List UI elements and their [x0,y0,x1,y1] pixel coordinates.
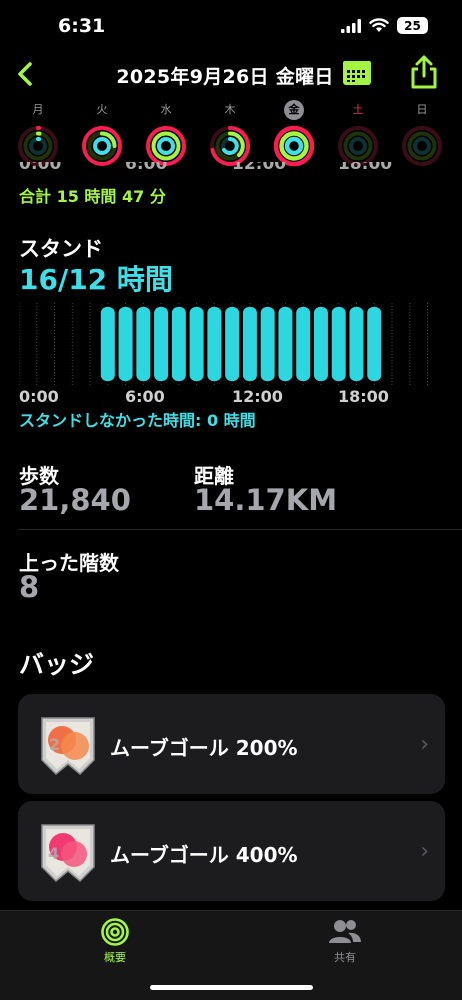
axis-tick: 6:00 [125,162,168,174]
stand-bar [331,307,346,381]
day-label: 月 [32,103,44,116]
flights-value: 8 [19,570,40,604]
tab-label: 概要 [104,951,126,964]
badge-card-move-400[interactable]: 4 ムーブゴール 400% › [18,801,445,901]
tab-summary[interactable]: 概要 [75,917,155,965]
stand-bar [260,307,275,381]
svg-text:2: 2 [49,735,60,754]
axis-tick: 18:00 [338,387,389,406]
badge-label: ムーブゴール 200% [110,736,298,760]
activity-rings-icon [210,125,251,166]
calendar-icon[interactable] [341,58,373,88]
stand-bar [171,307,186,381]
tab-sharing[interactable]: 共有 [305,917,385,965]
axis-tick: 12:00 [232,387,283,406]
stand-bar [242,307,257,381]
stand-chart [19,303,429,385]
activity-rings-icon [101,918,129,946]
day-label: 木 [224,103,236,116]
tab-label: 共有 [334,951,356,964]
badges-title: バッジ [19,650,95,679]
signal-icon [341,18,361,33]
svg-text:4: 4 [48,844,59,863]
activity-rings-icon [82,126,122,166]
battery-icon: 25 [397,17,428,34]
axis-tick: 0:00 [19,162,62,174]
activity-rings-icon [18,125,58,166]
steps-value: 21,840 [19,483,131,517]
chevron-right-icon: › [420,839,429,864]
day-label-selected: 金 [284,100,304,120]
activity-rings-icon [338,126,378,166]
stand-value: 16/12 時間 [19,263,173,296]
activity-rings-icon [273,125,315,167]
day-sat[interactable]: 土 [335,100,381,167]
axis-tick: 6:00 [125,387,165,406]
stand-bar [189,307,204,381]
distance-value: 14.17KM [194,483,338,517]
day-thu[interactable]: 木 [207,100,253,167]
day-mon[interactable]: 月 [15,100,61,167]
share-icon[interactable] [408,54,440,90]
stand-axis-labels: 0:00 6:00 12:00 18:00 [0,387,462,409]
stand-bar [225,307,240,381]
medal-400-icon: 4 [41,824,95,883]
activity-rings-icon [402,126,442,166]
day-label: 火 [96,103,108,116]
exercise-axis-cut: 0:00 6:00 12:00 18:00 [0,162,462,176]
activity-rings-icon [146,126,186,166]
status-icons: 25 [341,17,428,34]
stand-bar [154,307,169,381]
stand-bar [100,307,115,381]
axis-tick: 12:00 [232,162,287,174]
status-time: 6:31 [58,15,106,37]
chevron-right-icon: › [420,732,429,757]
day-label: 土 [352,103,364,116]
stand-bar [278,307,293,381]
axis-tick: 0:00 [19,387,59,406]
day-label: 水 [160,103,172,116]
nav-bar: 2025年9月26日 金曜日 [0,52,462,96]
badge-label: ムーブゴール 400% [110,843,298,867]
page-title: 2025年9月26日 金曜日 [116,66,334,88]
stand-bar [118,307,133,381]
medal-200-icon: 2 [41,717,95,776]
day-fri[interactable]: 金 [271,100,317,167]
stand-bar [136,307,151,381]
stand-bar [349,307,364,381]
stand-bar [367,307,382,381]
stand-bar [207,307,222,381]
stand-bar [296,307,311,381]
stand-bar [313,307,328,381]
home-indicator [150,985,313,990]
wifi-icon [369,18,389,32]
tab-bar: 概要 共有 [0,910,462,1000]
stand-note: スタンドしなかった時間: 0 時間 [19,411,256,430]
axis-tick: 18:00 [338,162,393,174]
day-label: 日 [416,103,428,116]
status-bar: 6:31 25 [0,0,462,52]
divider [19,529,462,530]
exercise-total: 合計 15 時間 47 分 [19,187,166,206]
day-wed[interactable]: 水 [143,100,189,167]
badge-card-move-200[interactable]: 2 ムーブゴール 200% › [18,694,445,794]
people-icon [329,920,361,943]
day-tue[interactable]: 火 [79,100,125,167]
day-sun[interactable]: 日 [399,100,445,167]
